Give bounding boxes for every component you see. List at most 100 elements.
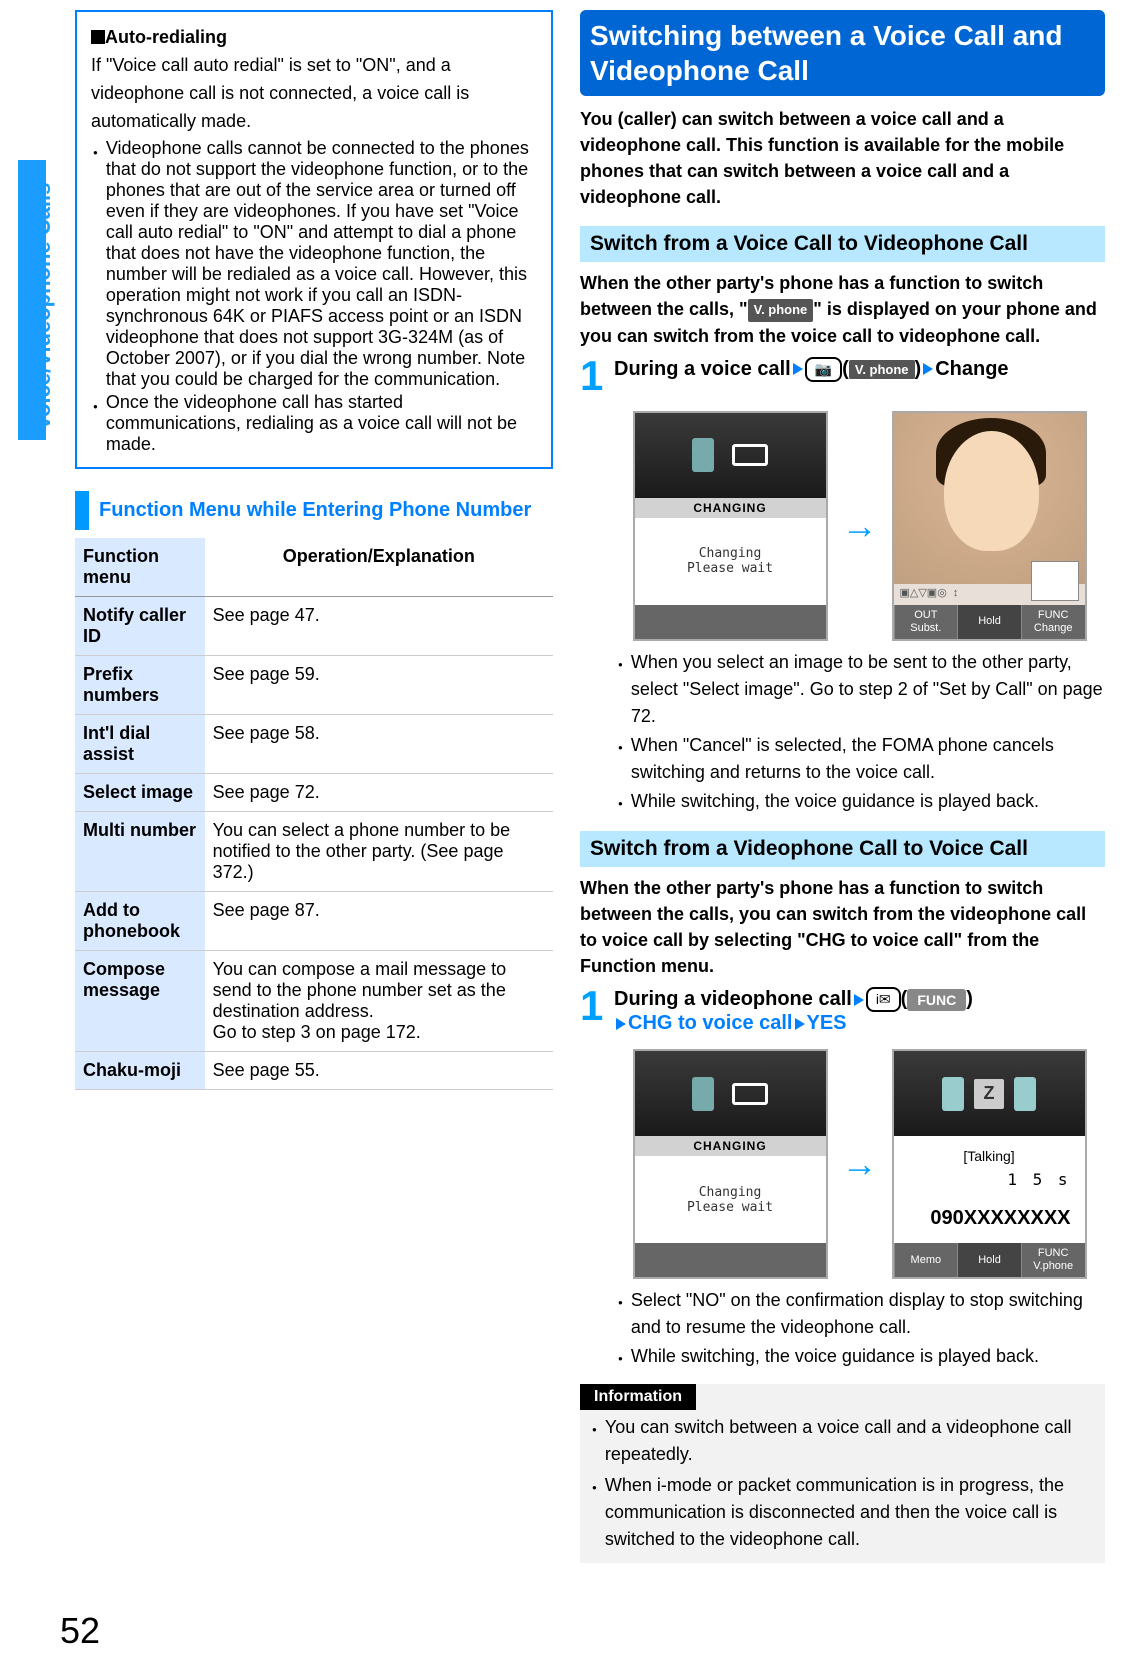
square-bullet-icon (91, 30, 105, 44)
fn-cell: See page 58. (205, 714, 553, 773)
softkey-hold[interactable]: Hold (957, 1243, 1021, 1277)
table-row: Select imageSee page 72. (75, 773, 553, 811)
sec2-heading: Switch from a Videophone Call to Voice C… (580, 831, 1105, 867)
phone-icon (692, 438, 714, 472)
func-chip-icon: FUNC (907, 989, 966, 1011)
imode-key-icon: i✉ (866, 987, 901, 1012)
sec2-step-a: During a videophone call (614, 988, 852, 1010)
changing-wait-text: Changing Please wait (635, 518, 826, 605)
heading-accent (75, 491, 89, 530)
right-column: Switching between a Voice Call and Video… (580, 10, 1105, 1563)
auto-redial-bullet-1: Videophone calls cannot be connected to … (91, 138, 537, 390)
arrow-right-icon: → (842, 1143, 878, 1185)
call-timer: 1 5 s (894, 1170, 1085, 1189)
sec2-note-1: Select "NO" on the confirmation display … (616, 1287, 1105, 1341)
info-note-2-text: When i-mode or packet communication is i… (605, 1472, 1093, 1553)
sec1-note-3: While switching, the voice guidance is p… (616, 788, 1105, 815)
changing-wait-text: Changing Please wait (635, 1156, 826, 1243)
sec1-step-b: Change (935, 357, 1008, 379)
auto-redial-bullet-1-text: Videophone calls cannot be connected to … (106, 138, 537, 390)
screen-top-bar (635, 1051, 826, 1136)
battery-icon (732, 444, 768, 466)
camera-key-icon: 📷 (805, 357, 842, 382)
softkey-func[interactable]: FUNCChange (1021, 605, 1085, 639)
step-number-icon: 1 (580, 985, 614, 1027)
table-header-row: Function menu Operation/Explanation (75, 538, 553, 597)
sec1-step-text: During a voice call📷(V. phone)Change (614, 355, 1105, 382)
sec1-intro: When the other party's phone has a funct… (580, 270, 1105, 348)
arrow-icon (793, 363, 803, 375)
sec2-notes: Select "NO" on the confirmation display … (616, 1287, 1105, 1370)
auto-redial-box: Auto-redialing If "Voice call auto redia… (75, 10, 553, 469)
page-number: 52 (60, 1610, 100, 1652)
changing-bar: CHANGING (635, 498, 826, 518)
screen-softkeys: OUTSubst. Hold FUNCChange (894, 605, 1085, 639)
info-note-1-text: You can switch between a voice call and … (605, 1414, 1093, 1468)
sec1-step: 1 During a voice call📷(V. phone)Change (580, 355, 1105, 397)
table-row: Prefix numbersSee page 59. (75, 655, 553, 714)
sec1-step-a: During a voice call (614, 357, 791, 379)
left-column: Auto-redialing If "Voice call auto redia… (75, 10, 553, 1090)
videophone-screen: 15 s ▣△▽▣◎ ↕ OUTSubst. Hold FUNCChange (892, 411, 1087, 641)
screen-body: [Talking] 1 5 s 090XXXXXXXX (894, 1136, 1085, 1243)
function-menu-heading: Function Menu while Entering Phone Numbe… (75, 491, 553, 530)
sec2-screens: CHANGING Changing Please wait → Z [Talki… (614, 1049, 1105, 1279)
auto-redial-bullet-2: Once the videophone call has started com… (91, 392, 537, 455)
sec1-note-1: When you select an image to be sent to t… (616, 649, 1105, 730)
sec1-note-2: When "Cancel" is selected, the FOMA phon… (616, 732, 1105, 786)
screen-top-bar (635, 413, 826, 498)
softkey-hold[interactable]: Hold (957, 605, 1021, 639)
arrow-right-icon: → (842, 505, 878, 547)
sec1-notes: When you select an image to be sent to t… (616, 649, 1105, 815)
table-header-2: Operation/Explanation (205, 538, 553, 597)
fn-cell: See page 55. (205, 1051, 553, 1089)
sec2-step-b: CHG to voice call (628, 1012, 793, 1034)
fn-cell: See page 59. (205, 655, 553, 714)
voice-call-screen: Z [Talking] 1 5 s 090XXXXXXXX Memo Hold … (892, 1049, 1087, 1279)
screen-softkeys (635, 1243, 826, 1277)
sec2-note-2: While switching, the voice guidance is p… (616, 1343, 1105, 1370)
sec2-step: 1 During a videophone calli✉(FUNC) CHG t… (580, 985, 1105, 1035)
softkey-memo[interactable]: Memo (894, 1243, 958, 1277)
screen-softkeys: Memo Hold FUNCV.phone (894, 1243, 1085, 1277)
step-number-icon: 1 (580, 355, 614, 397)
talking-label: [Talking] (894, 1148, 1085, 1164)
fn-cell: See page 72. (205, 773, 553, 811)
battery-icon (732, 1083, 768, 1105)
arrow-icon (795, 1018, 805, 1030)
main-heading: Switching between a Voice Call and Video… (580, 10, 1105, 96)
fn-cell: See page 87. (205, 891, 553, 950)
fn-cell: Add to phonebook (75, 891, 205, 950)
fn-cell: You can select a phone number to be noti… (205, 811, 553, 891)
table-row: Add to phonebookSee page 87. (75, 891, 553, 950)
table-row: Chaku-mojiSee page 55. (75, 1051, 553, 1089)
screen-top-bar: Z (894, 1051, 1085, 1136)
fn-cell: Chaku-moji (75, 1051, 205, 1089)
sec1-note-1-text: When you select an image to be sent to t… (631, 649, 1105, 730)
sec1-screens: CHANGING Changing Please wait → 15 s ▣△▽… (614, 411, 1105, 641)
fn-cell: Compose message (75, 950, 205, 1051)
sec2-note-2-text: While switching, the voice guidance is p… (631, 1343, 1039, 1370)
arrow-icon (923, 363, 933, 375)
screen-softkeys (635, 605, 826, 639)
changing-screen: CHANGING Changing Please wait (633, 411, 828, 641)
vphone-chip-icon: V. phone (849, 360, 915, 379)
info-note-2: When i-mode or packet communication is i… (580, 1470, 1105, 1553)
table-row: Notify caller IDSee page 47. (75, 596, 553, 655)
z-icon: Z (974, 1079, 1004, 1109)
table-row: Compose messageYou can compose a mail me… (75, 950, 553, 1051)
fn-cell: Int'l dial assist (75, 714, 205, 773)
table-header-1: Function menu (75, 538, 205, 597)
fn-cell: See page 47. (205, 596, 553, 655)
sec1-note-3-text: While switching, the voice guidance is p… (631, 788, 1039, 815)
phone-number: 090XXXXXXXX (894, 1207, 1085, 1230)
sec1-heading: Switch from a Voice Call to Videophone C… (580, 226, 1105, 262)
side-tab-label: Voice/Videophone Calls (30, 183, 56, 430)
fn-cell: Multi number (75, 811, 205, 891)
sec2-step-text: During a videophone calli✉(FUNC) CHG to … (614, 985, 1105, 1035)
softkey-out[interactable]: OUTSubst. (894, 605, 958, 639)
auto-redial-para: If "Voice call auto redial" is set to "O… (91, 52, 537, 136)
sec2-step-c: YES (807, 1012, 847, 1034)
softkey-func[interactable]: FUNCV.phone (1021, 1243, 1085, 1277)
fn-cell: Notify caller ID (75, 596, 205, 655)
